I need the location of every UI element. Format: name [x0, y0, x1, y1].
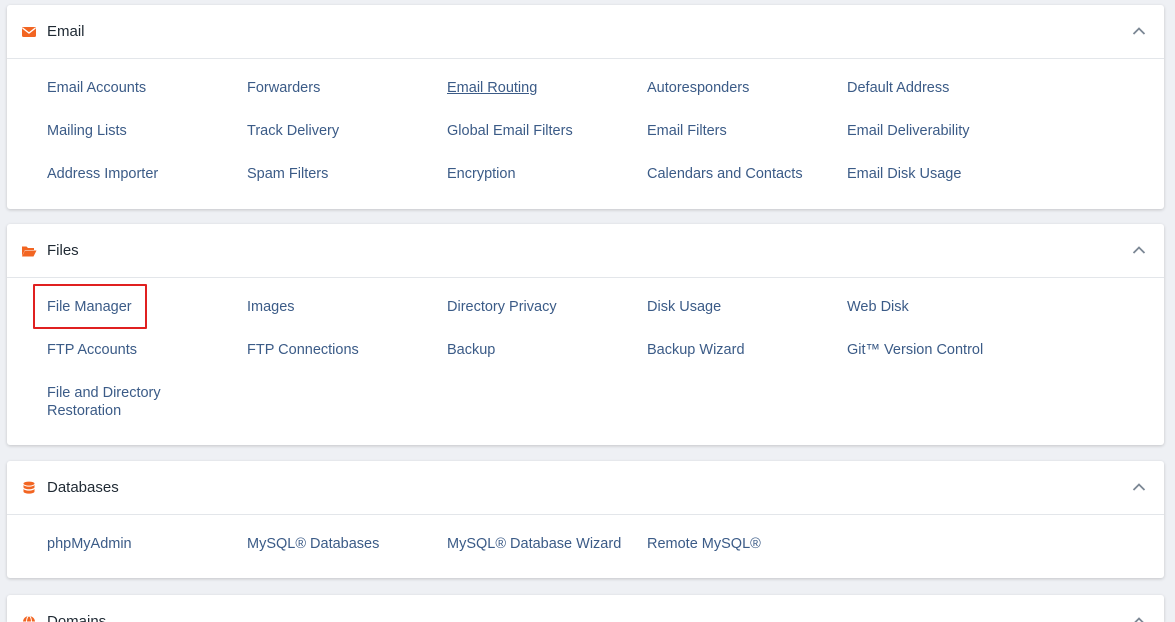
- databases-panel-title: Databases: [47, 479, 119, 496]
- global-email-filters-link[interactable]: Global Email Filters: [447, 122, 573, 140]
- email-panel-header[interactable]: Email: [7, 5, 1164, 59]
- backup-link[interactable]: Backup: [447, 341, 495, 359]
- directory-privacy-link[interactable]: Directory Privacy: [447, 298, 557, 316]
- spam-filters-link[interactable]: Spam Filters: [247, 165, 328, 183]
- databases-panel-header[interactable]: Databases: [7, 461, 1164, 515]
- domains-panel-title: Domains: [47, 613, 107, 622]
- database-icon: [23, 481, 35, 494]
- email-routing-link[interactable]: Email Routing: [447, 79, 537, 97]
- autoresponders-link[interactable]: Autoresponders: [647, 79, 749, 97]
- remote-mysql-link[interactable]: Remote MySQL®: [647, 535, 761, 553]
- email-panel-title: Email: [47, 23, 85, 40]
- mailing-lists-link[interactable]: Mailing Lists: [47, 122, 127, 140]
- email-disk-usage-link[interactable]: Email Disk Usage: [847, 165, 961, 183]
- envelope-icon: [22, 27, 36, 37]
- phpmyadmin-link[interactable]: phpMyAdmin: [47, 535, 132, 553]
- git-version-control-link[interactable]: Git™ Version Control: [847, 341, 983, 359]
- chevron-up-icon[interactable]: [1132, 482, 1146, 492]
- file-and-directory-restoration-link[interactable]: File and Directory Restoration: [47, 384, 197, 420]
- chevron-up-icon[interactable]: [1132, 245, 1146, 255]
- email-accounts-link[interactable]: Email Accounts: [47, 79, 146, 97]
- file-manager-link[interactable]: File Manager: [47, 298, 132, 316]
- encryption-link[interactable]: Encryption: [447, 165, 516, 183]
- images-link[interactable]: Images: [247, 298, 295, 316]
- forwarders-link[interactable]: Forwarders: [247, 79, 320, 97]
- mysql-databases-link[interactable]: MySQL® Databases: [247, 535, 379, 553]
- calendars-and-contacts-link[interactable]: Calendars and Contacts: [647, 165, 803, 183]
- files-panel-header[interactable]: Files: [7, 224, 1164, 278]
- chevron-up-icon[interactable]: [1132, 616, 1146, 622]
- files-panel: Files File Manager Images Directory Priv…: [7, 224, 1164, 445]
- email-deliverability-link[interactable]: Email Deliverability: [847, 122, 969, 140]
- disk-usage-link[interactable]: Disk Usage: [647, 298, 721, 316]
- web-disk-link[interactable]: Web Disk: [847, 298, 909, 316]
- domains-panel: Domains: [7, 595, 1164, 622]
- folder-open-icon: [22, 246, 37, 257]
- databases-panel: Databases phpMyAdmin MySQL® Databases My…: [7, 461, 1164, 578]
- email-panel: Email Email Accounts Forwarders Email Ro…: [7, 5, 1164, 209]
- mysql-database-wizard-link[interactable]: MySQL® Database Wizard: [447, 535, 621, 553]
- domains-panel-header[interactable]: Domains: [7, 595, 1164, 622]
- ftp-connections-link[interactable]: FTP Connections: [247, 341, 359, 359]
- track-delivery-link[interactable]: Track Delivery: [247, 122, 339, 140]
- globe-icon: [23, 615, 35, 622]
- backup-wizard-link[interactable]: Backup Wizard: [647, 341, 745, 359]
- ftp-accounts-link[interactable]: FTP Accounts: [47, 341, 137, 359]
- email-filters-link[interactable]: Email Filters: [647, 122, 727, 140]
- files-panel-title: Files: [47, 242, 79, 259]
- default-address-link[interactable]: Default Address: [847, 79, 949, 97]
- address-importer-link[interactable]: Address Importer: [47, 165, 158, 183]
- chevron-up-icon[interactable]: [1132, 26, 1146, 36]
